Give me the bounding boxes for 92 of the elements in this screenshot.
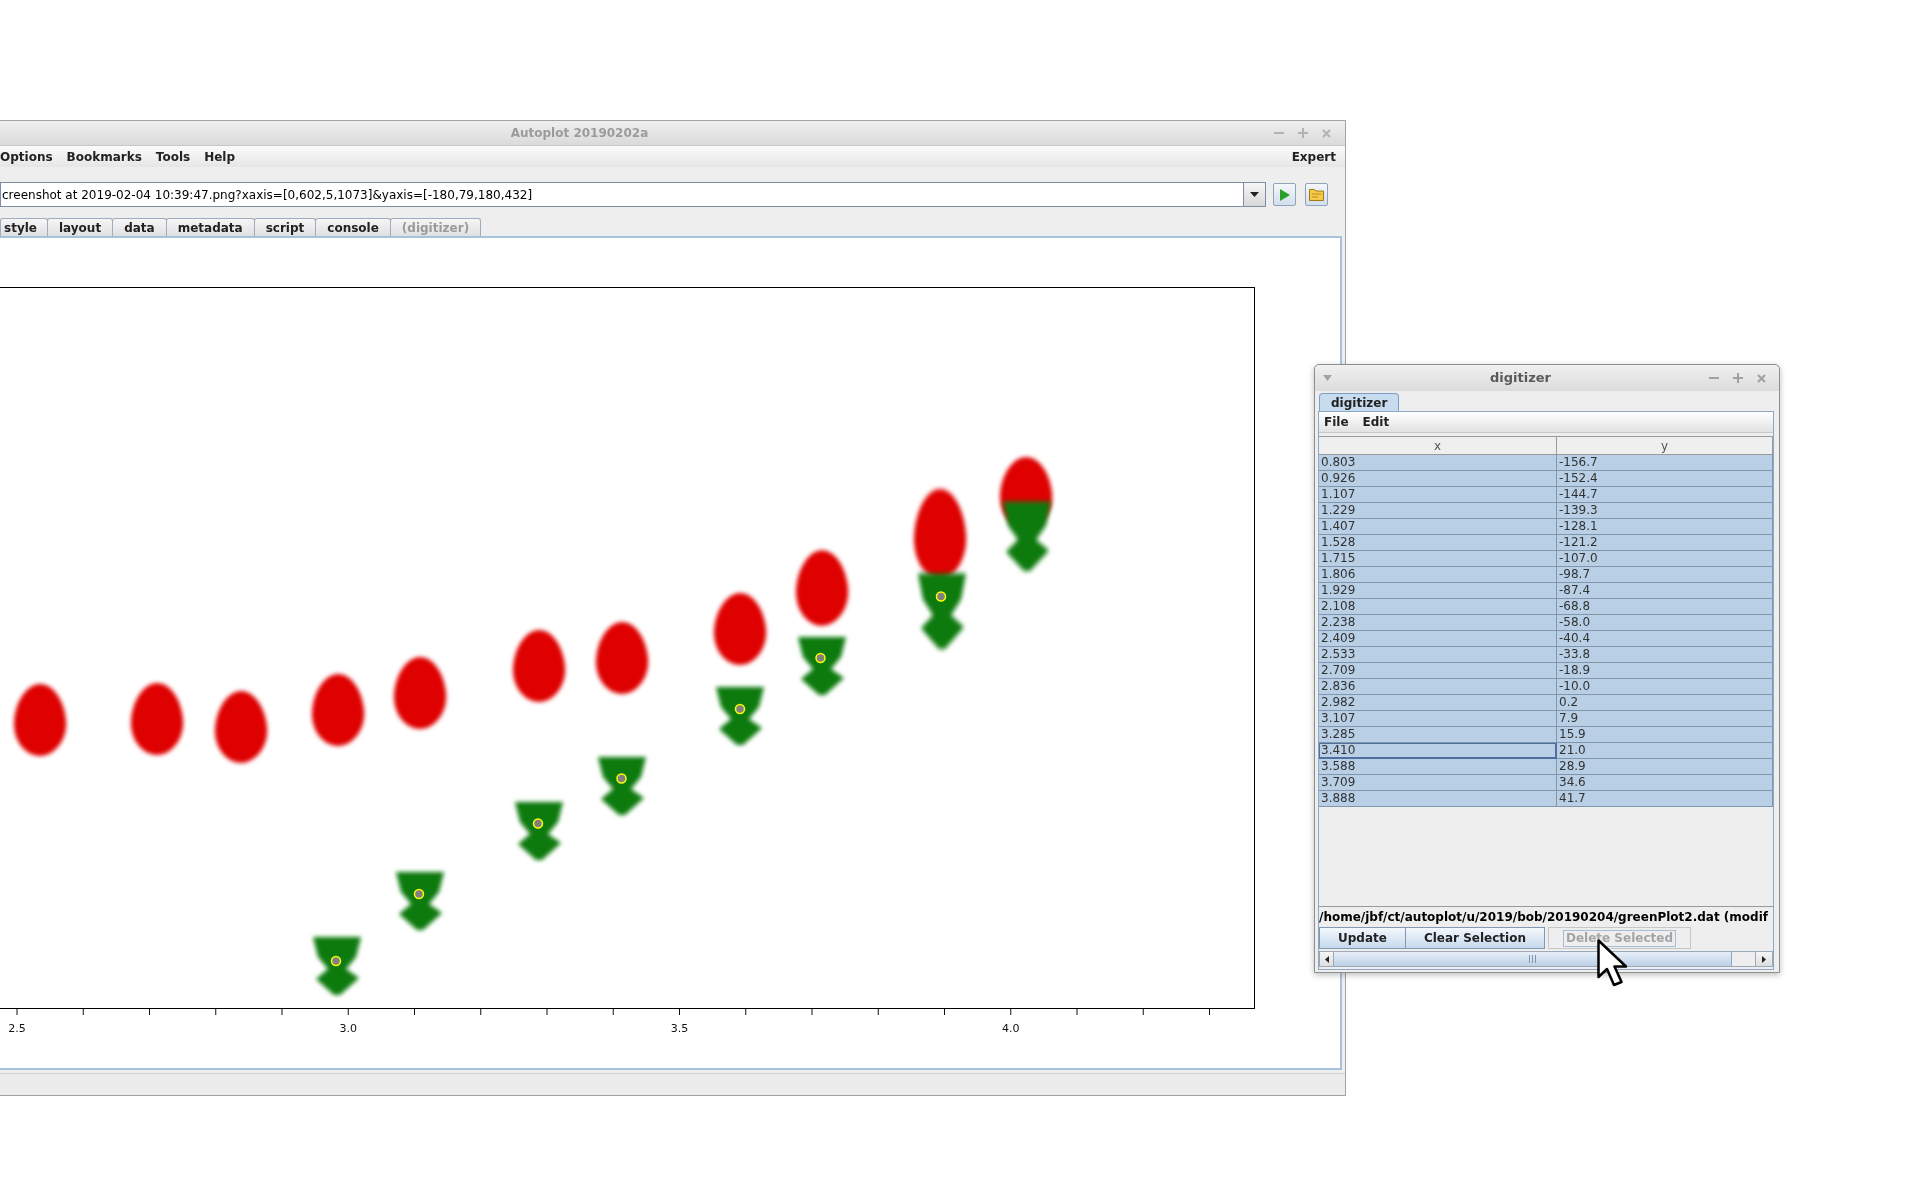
scroll-left-button[interactable] [1320, 952, 1334, 966]
menu-item[interactable]: Options [0, 148, 53, 165]
table-cell: 3.888 [1319, 791, 1557, 807]
file-path: /home/jbf/ct/autoplot/u/2019/bob/20190204/greenPlot2.dat (modif [1319, 909, 1768, 926]
menu-item[interactable]: Tools [155, 148, 191, 165]
tab[interactable]: layout [46, 218, 114, 236]
table-row[interactable]: 2.238 -58.0 [1319, 615, 1773, 631]
blob-marker [312, 674, 365, 746]
address-field[interactable]: creenshot at 2019-02-04 10:39:47.png?xaxis=[0,602,5,1073]&yaxis=[-180,79,180,432] [0, 182, 1244, 207]
window-title: Autoplot 20190202a [510, 125, 649, 142]
menu-item[interactable]: Help [204, 148, 236, 165]
table-row[interactable]: 3.588 28.9 [1319, 759, 1773, 775]
tab[interactable]: digitizer [1319, 393, 1400, 411]
tab[interactable]: style [0, 218, 48, 236]
table-row[interactable]: 3.888 41.7 [1319, 791, 1773, 807]
horizontal-scrollbar[interactable] [1319, 951, 1773, 967]
blob-marker [513, 630, 566, 702]
axis-tick-label: 4.0 [1002, 1021, 1020, 1037]
arrow-marker [313, 937, 361, 995]
blob-marker [215, 691, 268, 763]
table-cell: 3.285 [1319, 727, 1557, 743]
menu-item[interactable]: Bookmarks [66, 148, 142, 165]
arrow-marker [716, 687, 764, 745]
close-icon[interactable] [1757, 373, 1766, 383]
axis-tick-label: 3.5 [670, 1021, 689, 1037]
blob-marker [714, 593, 767, 665]
table-row[interactable]: 2.709 -18.9 [1319, 663, 1773, 679]
digitized-point [734, 703, 746, 715]
table-row[interactable]: 3.107 7.9 [1319, 711, 1773, 727]
digitized-point [532, 818, 544, 829]
table-row[interactable]: 0.926 -152.4 [1319, 471, 1773, 487]
arrow-marker [396, 872, 444, 930]
digitized-point [330, 955, 342, 967]
grip-icon [1529, 955, 1536, 963]
table-row[interactable]: 1.929 -87.4 [1319, 583, 1773, 599]
dropdown-button[interactable] [1244, 182, 1266, 207]
digitized-point [815, 652, 826, 664]
tab[interactable]: script [253, 218, 317, 236]
table-row[interactable]: 1.107 -144.7 [1319, 487, 1773, 503]
table-row[interactable]: 3.410 21.0 [1319, 743, 1773, 759]
table-row[interactable]: 1.229 -139.3 [1319, 503, 1773, 519]
column-header[interactable]: y [1557, 436, 1773, 455]
table-cell: 41.7 [1557, 791, 1773, 807]
menu-item[interactable]: Edit [1362, 414, 1390, 430]
tab[interactable]: data [112, 218, 167, 236]
table-row[interactable]: 3.285 15.9 [1319, 727, 1773, 743]
arrow-marker [798, 637, 846, 695]
column-header[interactable]: x [1319, 436, 1557, 455]
table-row[interactable]: 1.715 -107.0 [1319, 551, 1773, 567]
table-row[interactable]: 2.982 0.2 [1319, 695, 1773, 711]
scrollbar-thumb[interactable] [1334, 952, 1732, 966]
digitized-point [935, 591, 947, 602]
maximize-icon[interactable] [1733, 373, 1743, 383]
table-row[interactable]: 2.108 -68.8 [1319, 599, 1773, 615]
table-row[interactable]: 1.806 -98.7 [1319, 567, 1773, 583]
table-row[interactable]: 1.407 -128.1 [1319, 519, 1773, 535]
arrow-marker [1003, 501, 1051, 571]
play-icon [1279, 188, 1290, 201]
tab[interactable]: metadata [165, 218, 255, 236]
arrow-marker [515, 802, 563, 860]
window-title: digitizer [1490, 369, 1551, 388]
table-row[interactable]: 3.709 34.6 [1319, 775, 1773, 791]
table-cell: 3.410 [1319, 743, 1557, 759]
table-row[interactable]: 1.528 -121.2 [1319, 535, 1773, 551]
folder-button[interactable] [1305, 183, 1328, 206]
tab[interactable]: console [315, 218, 391, 236]
menu-item[interactable]: File [1324, 414, 1349, 430]
maximize-icon[interactable] [1298, 128, 1308, 138]
folder-icon [1309, 188, 1324, 201]
blob-marker [131, 683, 184, 755]
arrow-marker [598, 757, 646, 815]
close-icon[interactable] [1322, 128, 1331, 138]
update-button[interactable]: Update [1319, 927, 1406, 949]
left-arrow-icon [1324, 955, 1329, 963]
axis-tick-label: 2.5 [8, 1021, 26, 1037]
caret-down-icon [1250, 192, 1259, 197]
menu-item[interactable]: Expert [1291, 148, 1336, 165]
play-button[interactable] [1273, 183, 1296, 206]
digitized-point [616, 773, 627, 784]
scroll-right-button[interactable] [1755, 952, 1772, 966]
blob-marker [14, 684, 67, 756]
table-row[interactable]: 2.836 -10.0 [1319, 679, 1773, 695]
table-row[interactable]: 2.409 -40.4 [1319, 631, 1773, 647]
table-row[interactable]: 2.533 -33.8 [1319, 647, 1773, 663]
table-row[interactable]: 0.803 -156.7 [1319, 455, 1773, 471]
digitized-point [413, 888, 425, 900]
blob-marker [596, 622, 649, 694]
caret-down-icon[interactable] [1323, 375, 1332, 381]
axis-tick-label: 3.0 [339, 1021, 357, 1037]
blob-marker [394, 657, 447, 729]
clear-selection-button[interactable]: Clear Selection [1404, 927, 1545, 949]
right-arrow-icon [1762, 955, 1766, 963]
